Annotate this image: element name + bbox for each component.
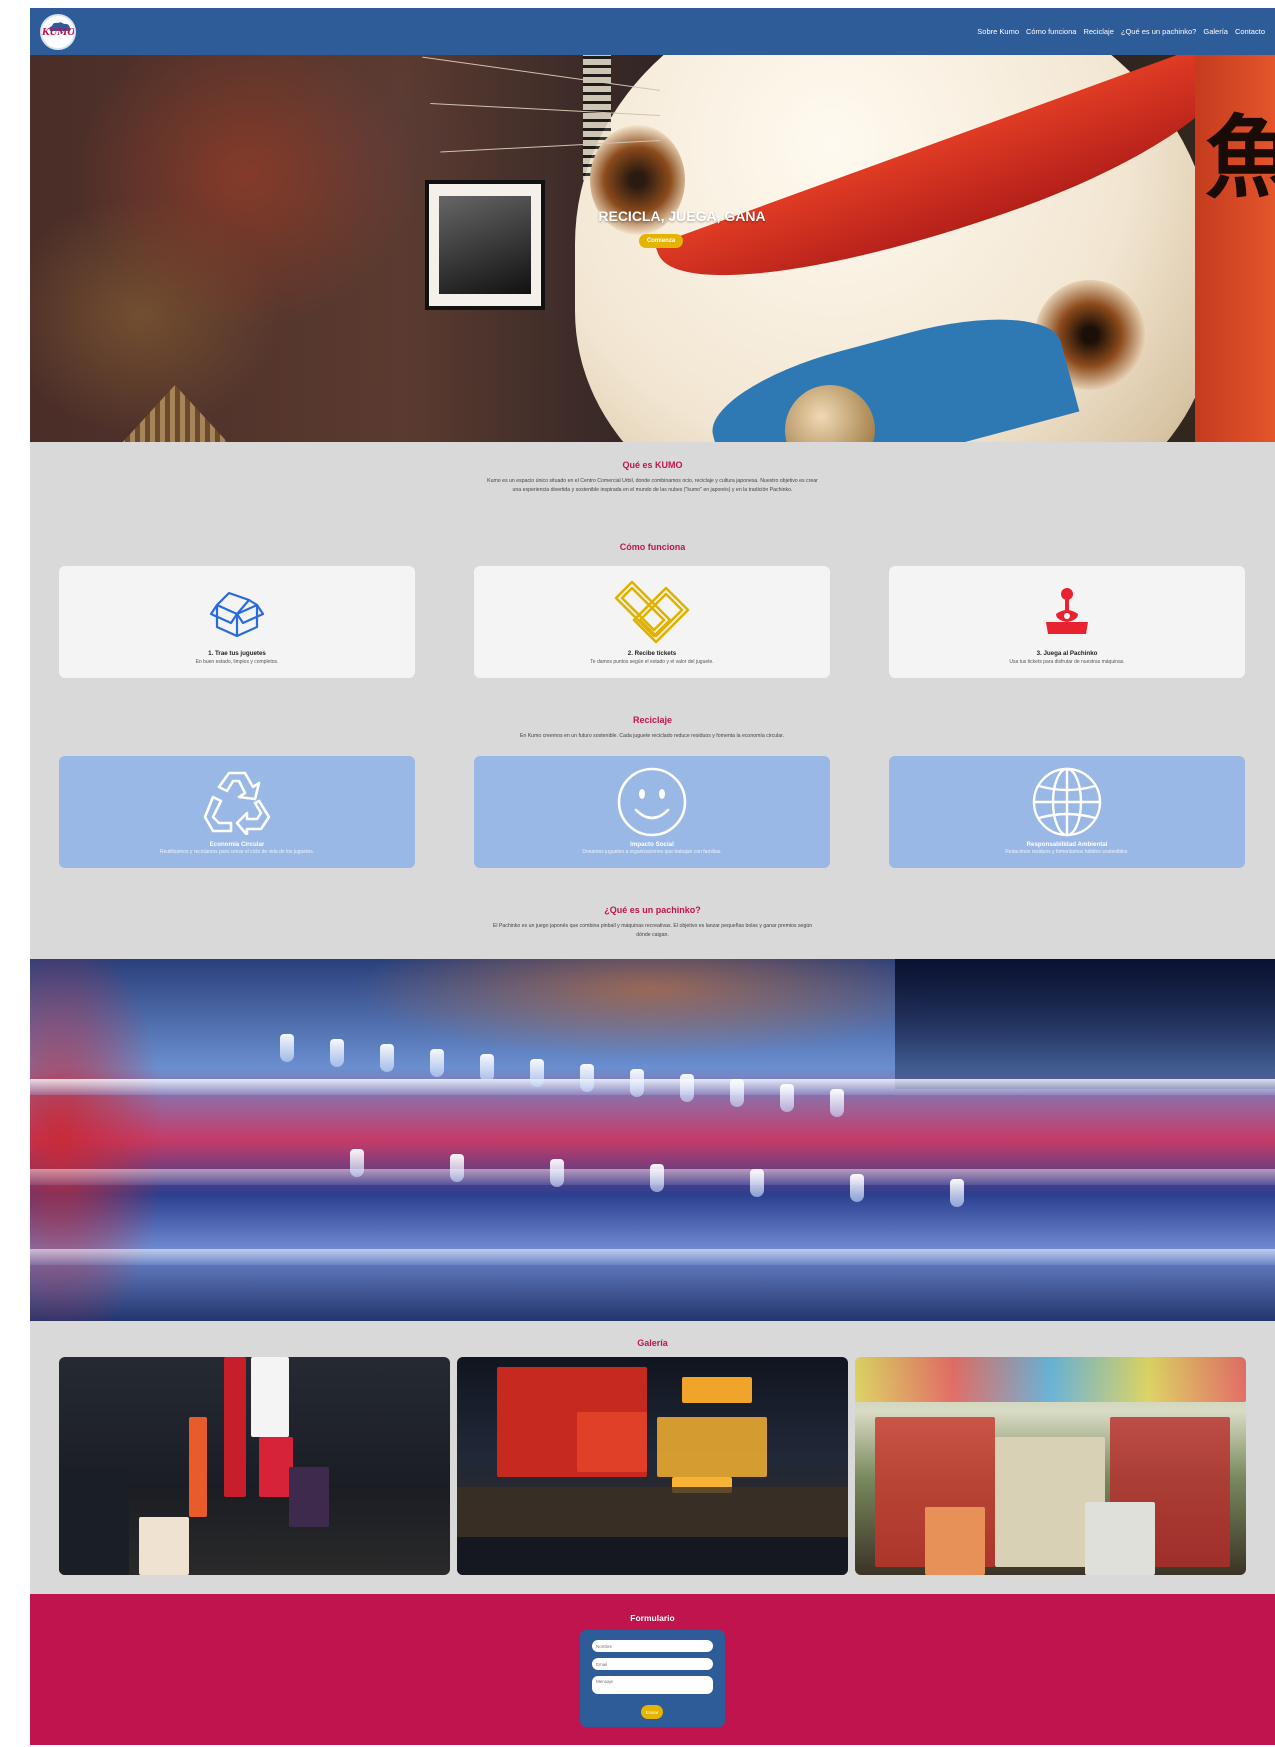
pachinko-title: ¿Qué es un pachinko? [604,905,701,915]
logo-text: KUMO [42,28,76,38]
gallery-image-3[interactable] [855,1357,1246,1575]
recycle-text: En Kumo creemos en un futuro sostenible.… [519,733,785,739]
nav-link-galeria[interactable]: Galería [1203,27,1228,36]
recycle-card-title: Economía Circular [209,841,265,848]
tickets-icon [614,580,690,644]
nav-link-como-funciona[interactable]: Cómo funciona [1026,27,1076,36]
recycle-card-text: Reducimos residuos y fomentamos hábitos … [1005,849,1129,855]
globe-icon [1032,767,1102,837]
navbar: KUMO Sobre Kumo Cómo funciona Reciclaje … [30,8,1275,55]
smile-icon [617,767,687,837]
joystick-icon [1046,588,1088,634]
step-text: Te damos puntos según el estado y el val… [590,659,714,665]
hero-title: RECICLA, JUEGA, GANA [598,208,766,224]
step-title: 3. Juega al Pachinko [1036,650,1098,657]
recycle-card: Impacto Social Donamos juguetes a organi… [474,756,830,868]
nav-link-sobre-kumo[interactable]: Sobre Kumo [977,27,1019,36]
hero-section: 魚 RECICLA, JUEGA, GANA Comienza [30,55,1275,442]
logo[interactable]: KUMO [40,14,76,50]
page: KUMO Sobre Kumo Cómo funciona Reciclaje … [30,8,1275,1745]
pachinko-text: El Pachinko es un juego japonés que comb… [492,923,813,938]
about-title: Qué es KUMO [622,460,683,470]
hero-decor: 魚 [1205,105,1275,211]
box-icon [209,591,265,638]
recycle-card-text: Donamos juguetes a organizaciones que tr… [582,849,722,855]
recycle-card: Responsabilidad Ambiental Reducimos resi… [889,756,1245,868]
gallery-image-1[interactable] [59,1357,450,1575]
recycle-card-title: Responsabilidad Ambiental [1026,841,1108,848]
recycle-card-title: Impacto Social [630,841,674,848]
about-text: Kumo es un espacio único situado en el C… [487,478,818,493]
nav-link-pachinko[interactable]: ¿Qué es un pachinko? [1121,27,1196,36]
step-card: 2. Recibe tickets Te damos puntos según … [474,566,830,678]
hero-decor [120,385,230,442]
nav-link-contacto[interactable]: Contacto [1235,27,1265,36]
send-button[interactable]: Enviar [641,1705,663,1719]
recycle-icon [203,771,271,835]
step-card: 1. Trae tus juguetes En buen estado, lim… [59,566,415,678]
recycle-card-text: Reutilizamos y reciclamos para cerrar el… [159,849,315,855]
gallery-image-2[interactable] [457,1357,848,1575]
name-field[interactable] [592,1640,713,1652]
how-title: Cómo funciona [619,542,686,552]
gallery-title: Galería [637,1338,668,1348]
hero-start-button[interactable]: Comienza [639,234,683,248]
step-card: 3. Juega al Pachinko Usa tus tickets par… [889,566,1245,678]
nav-links: Sobre Kumo Cómo funciona Reciclaje ¿Qué … [977,8,1265,55]
contact-section: Formulario Enviar [30,1594,1275,1745]
step-text: En buen estado, limpios y completos. [195,659,279,665]
form-title: Formulario [630,1613,675,1623]
contact-form: Enviar [580,1630,725,1727]
recycle-card: Economía Circular Reutilizamos y recicla… [59,756,415,868]
hero-photo-frame [425,180,545,310]
step-title: 2. Recibe tickets [627,650,677,657]
step-text: Usa tus tickets para disfrutar de nuestr… [1009,659,1125,665]
recycle-title: Reciclaje [632,715,673,725]
message-field[interactable] [592,1676,713,1694]
pachinko-image [30,959,1275,1321]
nav-link-reciclaje[interactable]: Reciclaje [1083,27,1113,36]
step-title: 1. Trae tus juguetes [208,650,266,657]
email-field[interactable] [592,1658,713,1670]
